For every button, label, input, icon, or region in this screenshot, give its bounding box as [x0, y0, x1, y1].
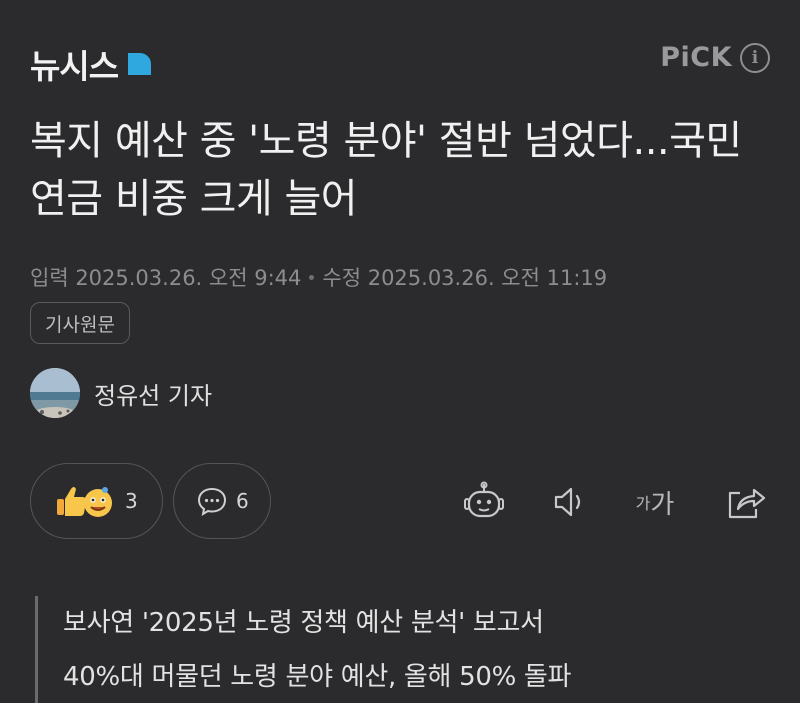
- pick-badge[interactable]: PiCK i: [660, 42, 770, 73]
- modified-date: 수정 2025.03.26. 오전 11:19: [322, 266, 608, 290]
- summary-line-2: 40%대 머물던 노령 분야 예산, 올해 50% 돌파: [63, 662, 572, 692]
- reporter-info[interactable]: 정유선 기자: [30, 368, 212, 418]
- reaction-emoji-icon: [57, 487, 112, 517]
- speaker-icon: [554, 487, 581, 517]
- article-page: 뉴시스 PiCK i 복지 예산 중 '노령 분야' 절반 넘었다...국민연금…: [0, 0, 800, 703]
- share-button[interactable]: [722, 482, 768, 522]
- reporter-name: 정유선 기자: [94, 381, 213, 410]
- text-to-speech-button[interactable]: [549, 482, 593, 522]
- logo-mark-icon: [128, 53, 152, 75]
- robot-icon: [464, 481, 504, 518]
- logo-text: 뉴시스: [30, 47, 119, 86]
- separator-dot: [309, 274, 315, 280]
- comment-icon: [197, 487, 227, 517]
- font-size-small-label: 가: [635, 494, 651, 513]
- share-icon: [728, 488, 766, 519]
- font-size-button[interactable]: 가가: [630, 482, 680, 522]
- ai-summary-bot-button[interactable]: [462, 481, 506, 522]
- reaction-count: 3: [125, 489, 138, 513]
- original-article-button[interactable]: 기사원문: [30, 302, 130, 344]
- article-dates: 입력 2025.03.26. 오전 9:44 수정 2025.03.26. 오전…: [30, 262, 607, 292]
- font-size-large-label: 가: [650, 489, 675, 520]
- summary-line-1: 보사연 '2025년 노령 정책 예산 분석' 보고서: [63, 608, 544, 638]
- article-summary: 보사연 '2025년 노령 정책 예산 분석' 보고서 40%대 머물던 노령 …: [35, 596, 800, 703]
- pick-label: PiCK: [660, 42, 732, 73]
- reporter-avatar: [30, 368, 80, 418]
- published-date: 입력 2025.03.26. 오전 9:44: [30, 266, 302, 290]
- comment-button[interactable]: 6: [173, 463, 271, 539]
- comment-count: 6: [236, 489, 249, 513]
- newsis-logo[interactable]: 뉴시스: [30, 40, 154, 88]
- reaction-button[interactable]: 3: [30, 463, 163, 539]
- info-icon[interactable]: i: [740, 42, 770, 73]
- article-headline: 복지 예산 중 '노령 분야' 절반 넘었다...국민연금 비중 크게 늘어: [30, 118, 742, 222]
